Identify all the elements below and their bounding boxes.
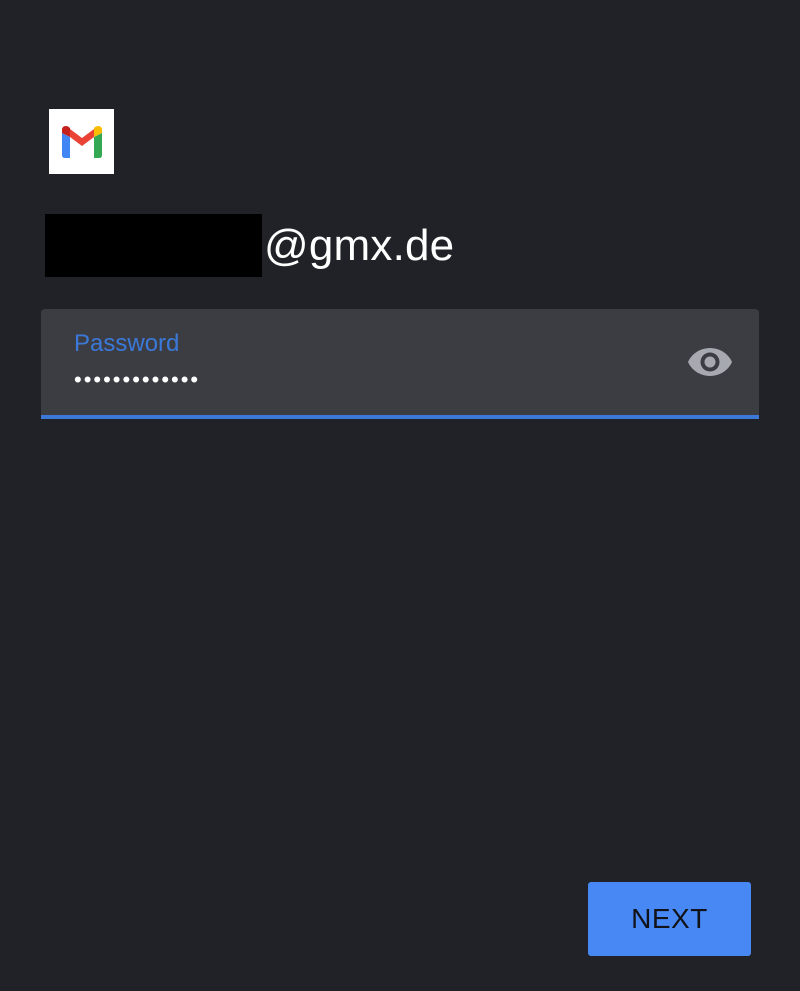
password-label: Password [74,330,180,357]
toggle-password-visibility-button[interactable] [686,341,734,383]
password-field[interactable]: Password ••••••••••••• [41,309,759,419]
account-identifier: @gmx.de [45,214,454,277]
email-domain: @gmx.de [264,221,455,270]
eye-icon [688,348,732,376]
gmail-logo [49,109,114,174]
password-input[interactable]: ••••••••••••• [74,365,200,395]
next-button[interactable]: NEXT [588,882,751,956]
redacted-username [45,214,262,277]
gmail-icon [61,125,102,158]
